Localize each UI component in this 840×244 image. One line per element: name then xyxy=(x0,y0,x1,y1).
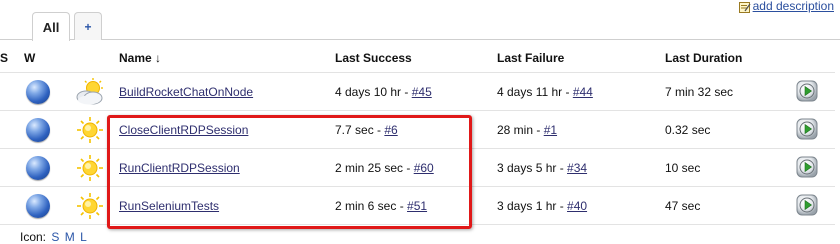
column-header-name[interactable]: Name ↓ xyxy=(119,44,335,73)
job-link[interactable]: RunClientRDPSession xyxy=(119,161,240,175)
last-success-cell: 4 days 10 hr - #45 xyxy=(335,72,497,111)
status-cell xyxy=(0,72,50,111)
last-success-cell: 2 min 6 sec - #51 xyxy=(335,186,497,225)
table-row: RunSeleniumTests 2 min 6 sec - #51 3 day… xyxy=(0,186,835,225)
action-cell xyxy=(787,148,835,187)
job-link[interactable]: CloseClientRDPSession xyxy=(119,123,248,137)
weather-cell xyxy=(24,186,119,225)
action-cell xyxy=(787,110,835,149)
last-success-time: 7.7 sec - xyxy=(335,122,385,137)
column-header-status[interactable]: S xyxy=(0,44,24,73)
last-failure-cell: 3 days 1 hr - #40 xyxy=(497,186,665,225)
add-description-link[interactable]: add description xyxy=(753,0,834,12)
schedule-build-icon[interactable] xyxy=(795,193,819,217)
job-name-cell: RunClientRDPSession xyxy=(119,148,335,187)
last-duration-cell: 0.32 sec xyxy=(665,110,787,149)
last-success-time: 2 min 25 sec - xyxy=(335,160,414,175)
weather-cell xyxy=(24,148,119,187)
weather-sunny-icon[interactable] xyxy=(74,191,106,221)
last-success-cell: 7.7 sec - #6 xyxy=(335,110,497,149)
column-header-last-duration[interactable]: Last Duration xyxy=(665,44,787,73)
action-cell xyxy=(787,186,835,225)
last-duration-cell: 7 min 32 sec xyxy=(665,72,787,111)
notepad-icon xyxy=(738,1,751,13)
weather-sunny-icon[interactable] xyxy=(74,115,106,145)
weather-cell xyxy=(24,110,119,149)
last-success-cell: 2 min 25 sec - #60 xyxy=(335,148,497,187)
tab-bar-divider xyxy=(0,39,840,40)
job-name-cell: CloseClientRDPSession xyxy=(119,110,335,149)
add-description[interactable]: add description xyxy=(738,0,834,14)
status-cell xyxy=(0,148,50,187)
action-cell xyxy=(787,72,835,111)
job-link[interactable]: RunSeleniumTests xyxy=(119,199,219,213)
table-header-row: S W Name ↓ Last Success Last Failure Las… xyxy=(0,44,835,73)
last-failure-build-link[interactable]: #40 xyxy=(567,199,587,213)
last-duration-cell: 47 sec xyxy=(665,186,787,225)
jobs-table: S W Name ↓ Last Success Last Failure Las… xyxy=(0,44,835,225)
last-success-time: 2 min 6 sec - xyxy=(335,198,408,213)
last-failure-time: 3 days 5 hr - xyxy=(497,160,568,175)
column-header-last-success[interactable]: Last Success xyxy=(335,44,497,73)
tab-all[interactable]: All xyxy=(32,12,70,41)
table-row: RunClientRDPSession 2 min 25 sec - #60 3… xyxy=(0,148,835,187)
last-success-build-link[interactable]: #60 xyxy=(414,161,434,175)
last-failure-build-link[interactable]: #44 xyxy=(573,85,593,99)
last-success-time: 4 days 10 hr - xyxy=(335,84,412,99)
last-failure-build-link[interactable]: #34 xyxy=(567,161,587,175)
tab-new-view[interactable]: + xyxy=(74,12,102,40)
last-failure-time: 28 min - xyxy=(497,122,544,137)
column-header-weather[interactable]: W xyxy=(24,44,119,73)
weather-cell xyxy=(24,72,119,111)
last-failure-cell: 4 days 11 hr - #44 xyxy=(497,72,665,111)
weather-sunny-icon[interactable] xyxy=(74,153,106,183)
last-failure-build-link[interactable]: #1 xyxy=(544,123,557,137)
job-name-cell: RunSeleniumTests xyxy=(119,186,335,225)
icon-size-legend: Icon: S M L xyxy=(20,231,87,243)
table-row: BuildRocketChatOnNode 4 days 10 hr - #45… xyxy=(0,72,835,111)
weather-partly-cloudy-icon[interactable] xyxy=(74,77,106,107)
job-name-cell: BuildRocketChatOnNode xyxy=(119,72,335,111)
column-header-last-failure[interactable]: Last Failure xyxy=(497,44,665,73)
status-cell xyxy=(0,186,50,225)
last-success-build-link[interactable]: #45 xyxy=(412,85,432,99)
last-failure-cell: 3 days 5 hr - #34 xyxy=(497,148,665,187)
last-failure-cell: 28 min - #1 xyxy=(497,110,665,149)
job-link[interactable]: BuildRocketChatOnNode xyxy=(119,85,253,99)
last-duration-cell: 10 sec xyxy=(665,148,787,187)
schedule-build-icon[interactable] xyxy=(795,155,819,179)
last-success-build-link[interactable]: #6 xyxy=(384,123,397,137)
schedule-build-icon[interactable] xyxy=(795,117,819,141)
status-cell xyxy=(0,110,50,149)
last-failure-time: 3 days 1 hr - xyxy=(497,198,568,213)
last-success-build-link[interactable]: #51 xyxy=(407,199,427,213)
last-failure-time: 4 days 11 hr - xyxy=(497,84,573,99)
table-row: CloseClientRDPSession 7.7 sec - #6 28 mi… xyxy=(0,110,835,149)
schedule-build-icon[interactable] xyxy=(795,79,819,103)
column-header-actions xyxy=(787,44,835,73)
